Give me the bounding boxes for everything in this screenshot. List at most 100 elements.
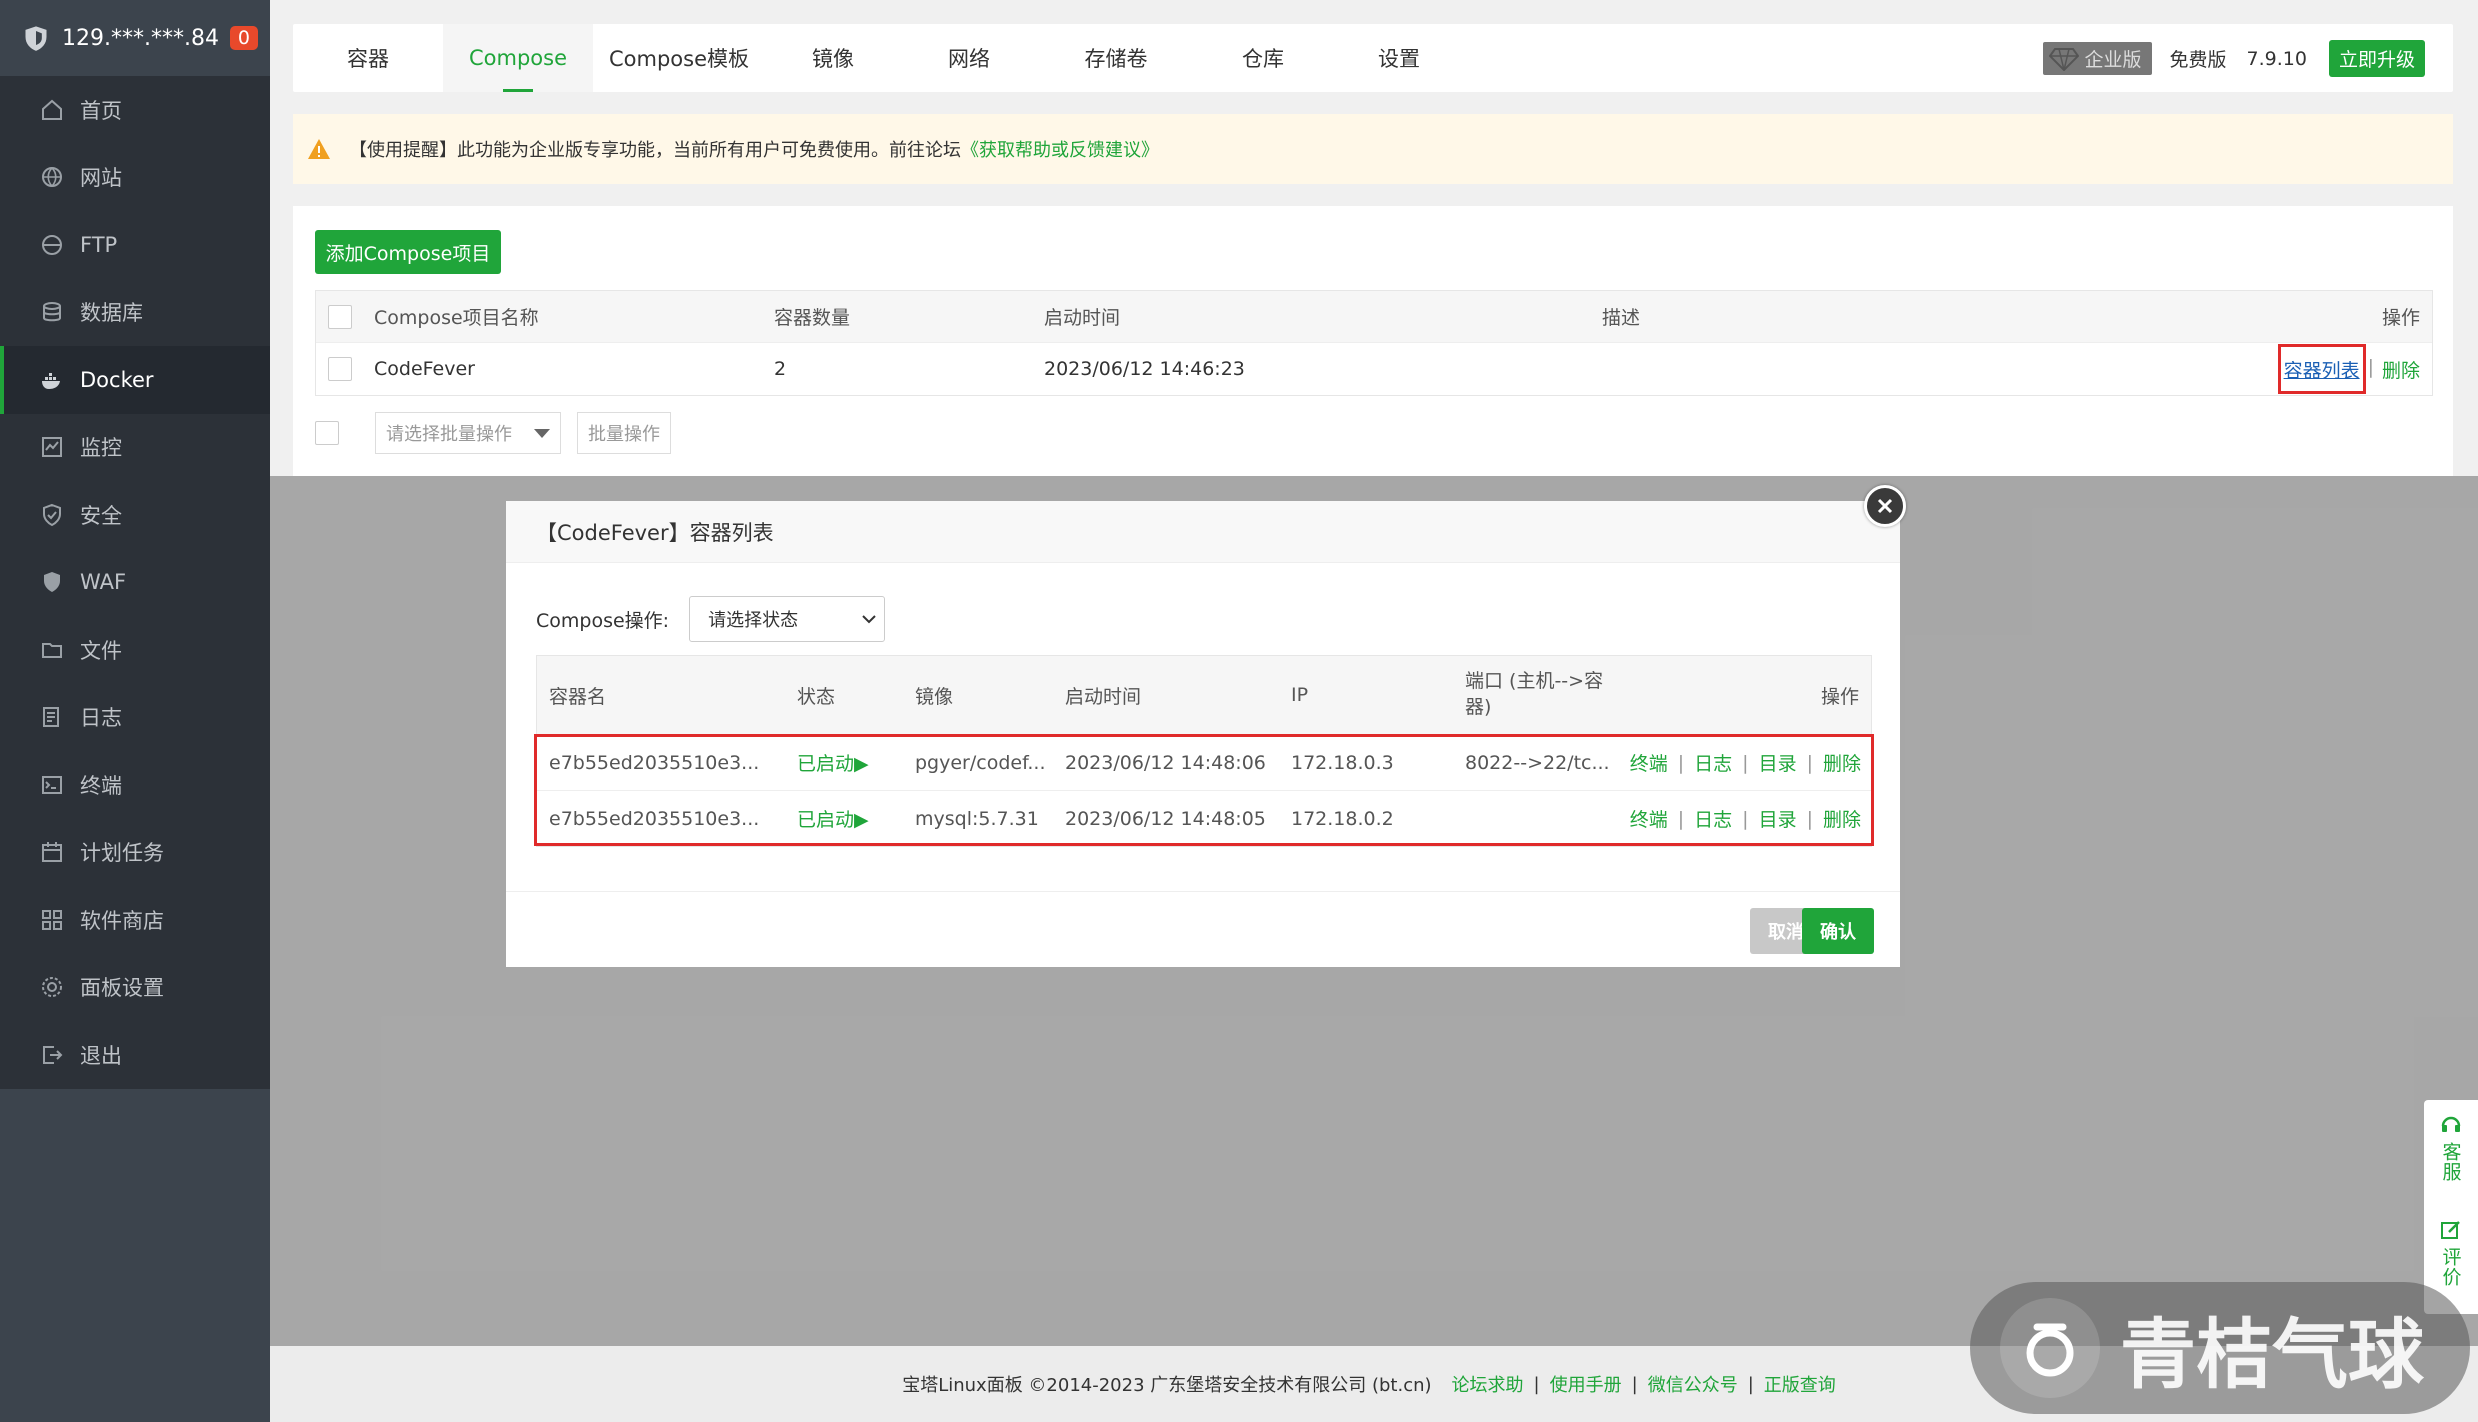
col-container-name: 容器名 xyxy=(549,685,607,708)
wechat-link[interactable]: 微信公众号 xyxy=(1648,1371,1738,1397)
col-ops: 操作 xyxy=(1820,685,1859,708)
col-port-line2: 器) xyxy=(1465,696,1492,718)
edit-icon xyxy=(2441,1221,2460,1239)
highlight-box xyxy=(2278,344,2366,394)
sidebar-item-home[interactable]: 首页 xyxy=(0,76,270,144)
status-select-value: 请选择状态 xyxy=(708,610,799,631)
sidebar-item-calendar[interactable]: 计划任务 xyxy=(0,819,270,887)
col-count-header: 容器数量 xyxy=(774,307,851,329)
sidebar-item-log[interactable]: 日志 xyxy=(0,684,270,752)
terminal-link[interactable]: 终端 xyxy=(1630,805,1668,832)
confirm-button[interactable]: 确认 xyxy=(1802,908,1874,954)
directory-link[interactable]: 目录 xyxy=(1759,805,1797,832)
container-start-time: 2023/06/12 14:48:06 xyxy=(1065,751,1266,774)
tab-7[interactable]: 设置 xyxy=(1331,24,1467,92)
delete-link[interactable]: 删除 xyxy=(2382,356,2420,383)
col-desc-header: 描述 xyxy=(1602,307,1641,329)
forum-link[interactable]: 论坛求助 xyxy=(1452,1371,1524,1397)
sidebar-item-label: 网站 xyxy=(80,166,122,191)
notice-text: 【使用提醒】此功能为企业版专享功能，当前所有用户可免费使用。前往论坛 xyxy=(349,140,961,161)
database-icon xyxy=(43,302,61,322)
tab-5[interactable]: 存储卷 xyxy=(1037,24,1195,92)
sidebar-item-label: 日志 xyxy=(80,706,122,731)
container-status[interactable]: 已启动▶ xyxy=(797,749,869,776)
batch-checkbox[interactable] xyxy=(315,421,339,445)
container-ops: 终端 | 日志 | 目录 | 删除 xyxy=(1630,805,1861,832)
delete-container-link[interactable]: 删除 xyxy=(1823,805,1861,832)
sidebar-item-shield-check[interactable]: 安全 xyxy=(0,481,270,549)
manual-link[interactable]: 使用手册 xyxy=(1550,1371,1622,1397)
tab-0[interactable]: 容器 xyxy=(293,24,443,92)
tab-4[interactable]: 网络 xyxy=(901,24,1037,92)
col-name-header: Compose项目名称 xyxy=(374,307,539,329)
ftp-icon xyxy=(42,234,62,255)
sidebar-item-monitor[interactable]: 监控 xyxy=(0,414,270,482)
license-link[interactable]: 正版查询 xyxy=(1764,1371,1836,1397)
log-link[interactable]: 日志 xyxy=(1694,805,1732,832)
footer-sep: | xyxy=(1533,1373,1540,1395)
sidebar-item-apps[interactable]: 软件商店 xyxy=(0,886,270,954)
batch-select[interactable]: 请选择批量操作 xyxy=(375,412,561,454)
service-label: 客服 xyxy=(2439,1142,2462,1182)
sidebar-item-label: 数据库 xyxy=(80,301,143,326)
tab-2[interactable]: Compose模板 xyxy=(593,24,765,92)
tab-6[interactable]: 仓库 xyxy=(1195,24,1331,92)
sidebar-item-label: FTP xyxy=(80,232,118,257)
server-header[interactable]: 129.***.***.84 0 xyxy=(0,0,270,76)
op-separator: | xyxy=(1742,751,1749,774)
container-ip: 172.18.0.2 xyxy=(1291,807,1394,830)
upgrade-button[interactable]: 立即升级 xyxy=(2328,40,2425,77)
add-compose-button[interactable]: 添加Compose项目 xyxy=(315,230,501,274)
sidebar-item-docker[interactable]: Docker xyxy=(0,346,270,414)
container-port: 8022-->22/tc... xyxy=(1465,751,1610,774)
watermark-logo-icon xyxy=(2000,1298,2100,1398)
row-checkbox[interactable] xyxy=(328,357,352,381)
sidebar-item-waf-shield[interactable]: WAF xyxy=(0,549,270,617)
table-row: CodeFever 2 2023/06/12 14:46:23 容器列表 | 删… xyxy=(316,343,2432,395)
sidebar-item-globe[interactable]: 网站 xyxy=(0,144,270,212)
sidebar-item-terminal[interactable]: 终端 xyxy=(0,751,270,819)
copyright: 宝塔Linux面板 ©2014-2023 广东堡塔安全技术有限公司 (bt.cn… xyxy=(902,1375,1432,1396)
sidebar-item-settings[interactable]: 面板设置 xyxy=(0,954,270,1022)
col-start-time: 启动时间 xyxy=(1065,685,1142,708)
container-table-header: 容器名 状态 镜像 启动时间 IP 端口 (主机-->容 器) 操作 xyxy=(537,656,1871,734)
directory-link[interactable]: 目录 xyxy=(1759,749,1797,776)
sidebar-item-ftp[interactable]: FTP xyxy=(0,211,270,279)
sidebar-item-label: 面板设置 xyxy=(80,976,164,1001)
terminal-link[interactable]: 终端 xyxy=(1630,749,1668,776)
enterprise-badge[interactable]: 企业版 xyxy=(2042,42,2152,75)
version-number: 7.9.10 xyxy=(2246,47,2307,70)
sidebar-item-logout[interactable]: 退出 xyxy=(0,1021,270,1089)
col-time-header: 启动时间 xyxy=(1044,307,1121,329)
batch-button[interactable]: 批量操作 xyxy=(577,412,671,454)
tab-1[interactable]: Compose xyxy=(443,24,593,92)
log-icon xyxy=(43,707,59,728)
settings-icon xyxy=(42,977,62,998)
headset-icon xyxy=(2441,1116,2461,1132)
customer-service[interactable]: 客服 xyxy=(2438,1114,2465,1209)
sidebar-item-folder[interactable]: 文件 xyxy=(0,616,270,684)
usage-notice: 【使用提醒】此功能为企业版专享功能，当前所有用户可免费使用。前往论坛 《获取帮助… xyxy=(293,114,2453,184)
log-link[interactable]: 日志 xyxy=(1694,749,1732,776)
tab-3[interactable]: 镜像 xyxy=(765,24,901,92)
watermark: 青桔气球 xyxy=(1970,1282,2470,1414)
start-time: 2023/06/12 14:46:23 xyxy=(1044,358,1245,380)
container-list-modal: 【CodeFever】容器列表 Compose操作: 请选择状态 容器名 状态 … xyxy=(506,485,1906,967)
container-status[interactable]: 已启动▶ xyxy=(797,805,869,832)
forum-help-link[interactable]: 《获取帮助或反馈建议》 xyxy=(961,136,1159,162)
sidebar-item-label: 文件 xyxy=(80,638,122,663)
close-button[interactable] xyxy=(1864,485,1906,527)
delete-container-link[interactable]: 删除 xyxy=(1823,749,1861,776)
compose-table-header: Compose项目名称 容器数量 启动时间 描述 操作 xyxy=(316,291,2432,343)
free-label: 免费版 xyxy=(2169,49,2227,71)
monitor-icon xyxy=(42,437,62,458)
docker-icon xyxy=(42,372,60,389)
message-badge[interactable]: 0 xyxy=(229,26,258,50)
select-all-checkbox[interactable] xyxy=(328,304,352,329)
status-select[interactable]: 请选择状态 xyxy=(689,596,886,642)
waf-shield-icon xyxy=(44,572,60,593)
compose-panel: 添加Compose项目 Compose项目名称 容器数量 启动时间 描述 操作 … xyxy=(293,206,2453,476)
docker-tabbar: 容器 Compose Compose模板 镜像 网络 存储卷 仓库 设置 企业版 免费版 7.… xyxy=(293,24,2453,92)
sidebar-item-database[interactable]: 数据库 xyxy=(0,279,270,347)
sidebar-item-label: Docker xyxy=(80,367,154,392)
